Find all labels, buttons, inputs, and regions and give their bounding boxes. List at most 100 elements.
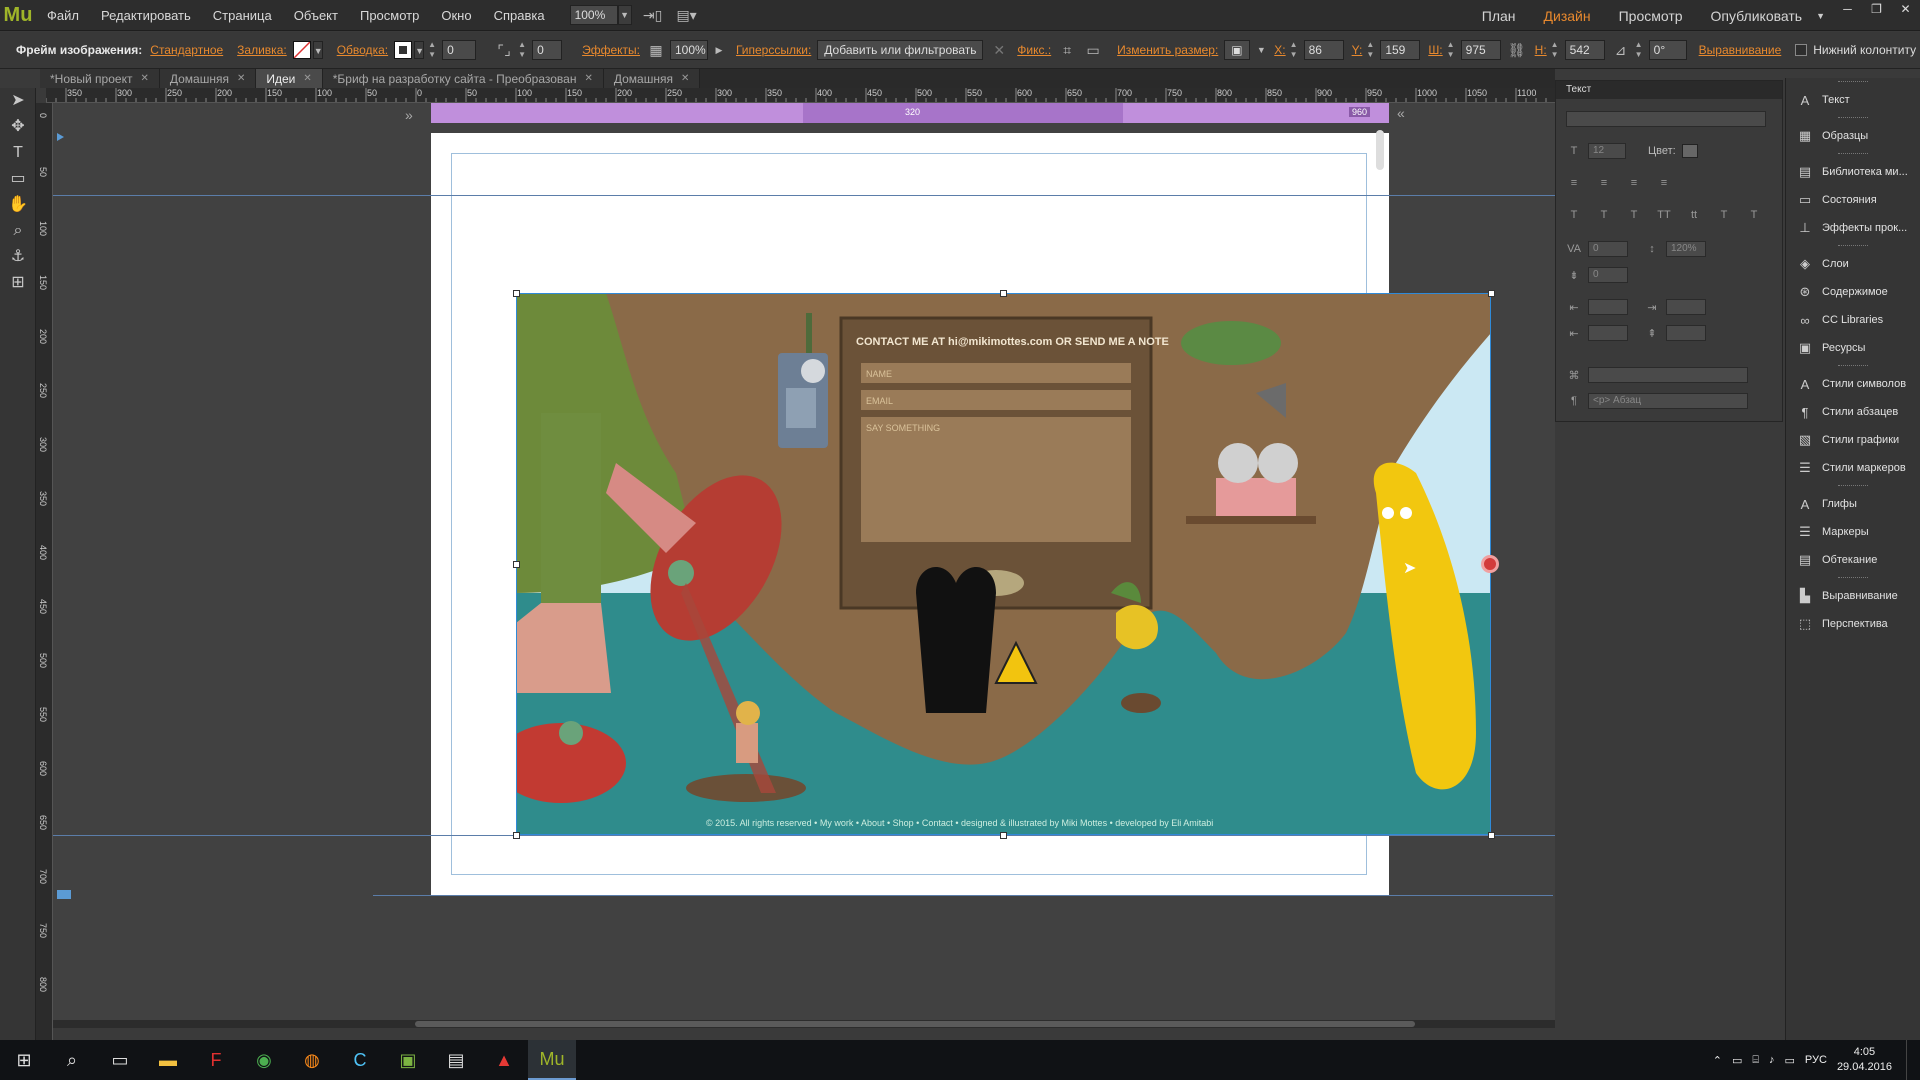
collapse-right-icon[interactable]: « <box>1397 105 1405 121</box>
zoom-field[interactable]: 100% <box>569 5 618 25</box>
smallcaps-icon[interactable]: tt <box>1686 209 1702 221</box>
w-link[interactable]: Ш: <box>1428 43 1442 57</box>
spacing-tool-icon[interactable]: ⊞ <box>0 270 36 296</box>
resize-handle[interactable] <box>1488 832 1495 839</box>
align-left-icon[interactable]: ≡ <box>1566 177 1582 189</box>
selection-tool-icon[interactable]: ➤ <box>0 88 36 114</box>
search-icon[interactable]: ⌕ <box>48 1040 96 1080</box>
footer-checkbox[interactable] <box>1795 44 1808 56</box>
link-proportions-icon[interactable]: ⛓ <box>1507 40 1527 60</box>
dock-glyphs[interactable]: A Глифы <box>1786 490 1920 518</box>
menu-page[interactable]: Страница <box>202 0 283 31</box>
page-height-marker-icon[interactable] <box>57 890 71 899</box>
effects-link[interactable]: Эффекты: <box>582 43 640 57</box>
horizontal-scrollbar[interactable] <box>53 1020 1555 1028</box>
tray-chevron-icon[interactable]: ⌃ <box>1713 1054 1722 1067</box>
opacity-arrow-icon[interactable]: ▶ <box>714 40 724 60</box>
w-field[interactable]: 975 <box>1460 40 1501 60</box>
anchor-tool-icon[interactable]: ⚓ <box>0 244 36 270</box>
close-icon[interactable]: ✕ <box>140 73 148 84</box>
align-link[interactable]: Выравнивание <box>1699 43 1782 57</box>
corner-radius-field[interactable]: 0 <box>532 40 563 60</box>
opacity-field[interactable]: 100% <box>669 40 708 60</box>
breakpoint-right-label[interactable]: 960 <box>1349 107 1371 117</box>
stroke-swatch[interactable] <box>394 41 413 59</box>
frame-style-link[interactable]: Стандартное <box>150 43 223 57</box>
text-style-dropdown[interactable] <box>1588 367 1748 383</box>
menu-edit[interactable]: Редактировать <box>90 0 202 31</box>
dock-layers[interactable]: ◈ Слои <box>1786 250 1920 278</box>
show-desktop-button[interactable] <box>1906 1040 1910 1080</box>
stroke-link[interactable]: Обводка: <box>337 43 388 57</box>
fill-link[interactable]: Заливка: <box>237 43 287 57</box>
scrollbar-thumb[interactable] <box>415 1021 1415 1027</box>
stroke-spinner-icon[interactable]: ▲ ▼ <box>428 40 438 60</box>
dock-align[interactable]: ▙ Выравнивание <box>1786 582 1920 610</box>
close-icon[interactable]: ✕ <box>303 73 311 84</box>
resize-handle[interactable] <box>1488 290 1495 297</box>
paragraph-tag-dropdown[interactable]: <p> Абзац <box>1588 393 1748 409</box>
allcaps-icon[interactable]: TT <box>1656 209 1672 221</box>
volume-icon[interactable]: ♪ <box>1769 1054 1775 1066</box>
firefox-icon[interactable]: ◍ <box>288 1040 336 1080</box>
file-explorer-icon[interactable]: ▬ <box>144 1040 192 1080</box>
pin-link[interactable]: Фикс.: <box>1017 43 1051 57</box>
resize-handle[interactable] <box>1000 290 1007 297</box>
dock-assets[interactable]: ▣ Ресурсы <box>1786 334 1920 362</box>
text-tool-icon[interactable]: T <box>0 140 36 166</box>
tab-home[interactable]: Домашняя ✕ <box>159 69 257 88</box>
resize-handle[interactable] <box>513 832 520 839</box>
dock-text[interactable]: A Текст <box>1786 86 1920 114</box>
language-indicator[interactable]: РУС <box>1805 1054 1827 1066</box>
rectangle-tool-icon[interactable]: ▭ <box>0 166 36 192</box>
zoom-dropdown-icon[interactable]: ▼ <box>617 5 632 25</box>
font-size-field[interactable]: 12 <box>1588 143 1626 159</box>
dock-bullet-styles[interactable]: ☰ Стили маркеров <box>1786 454 1920 482</box>
hyperlinks-dropdown[interactable]: Добавить или фильтровать <box>817 40 984 60</box>
dock-content[interactable]: ⊛ Содержимое <box>1786 278 1920 306</box>
dock-character-styles[interactable]: A Стили символов <box>1786 370 1920 398</box>
dock-wrap[interactable]: ▤ Обтекание <box>1786 546 1920 574</box>
stroke-width-field[interactable]: 0 <box>442 40 477 60</box>
justify-icon[interactable]: ≡ <box>1656 177 1672 189</box>
space-before-field[interactable]: 0 <box>1588 267 1628 283</box>
collapse-left-icon[interactable]: » <box>405 107 413 123</box>
zoom-tool-icon[interactable]: ⌕ <box>0 218 36 244</box>
text-color-swatch[interactable] <box>1681 144 1698 158</box>
task-view-icon[interactable]: ▭ <box>96 1040 144 1080</box>
resize-link[interactable]: Изменить размер: <box>1117 43 1218 57</box>
x-link[interactable]: X: <box>1274 43 1285 57</box>
x-spinner-icon[interactable]: ▲ ▼ <box>1290 40 1300 60</box>
indent-right-field[interactable] <box>1666 299 1706 315</box>
notifications-icon[interactable]: ▭ <box>1785 1054 1795 1067</box>
filezilla-icon[interactable]: F <box>192 1040 240 1080</box>
dock-scroll-effects[interactable]: ⊥ Эффекты прок... <box>1786 214 1920 242</box>
font-family-dropdown[interactable] <box>1566 111 1766 127</box>
workspace-preview[interactable]: Просмотр <box>1605 8 1697 24</box>
subscript-icon[interactable]: T <box>1746 209 1762 221</box>
network-icon[interactable]: ⌸ <box>1752 1054 1759 1067</box>
close-icon[interactable]: ✕ <box>584 73 592 84</box>
angle-spinner-icon[interactable]: ▲ ▼ <box>1635 40 1645 60</box>
guide-marker-icon[interactable] <box>57 133 64 141</box>
fill-swatch[interactable] <box>292 41 311 59</box>
resize-dropdown[interactable]: ▣ <box>1224 40 1251 60</box>
header-guide[interactable] <box>53 195 1555 196</box>
workspace-plan[interactable]: План <box>1468 8 1530 24</box>
align-right-icon[interactable]: ≡ <box>1626 177 1642 189</box>
stroke-dropdown-icon[interactable]: ▼ <box>414 41 425 59</box>
design-canvas[interactable]: » 320 960 « CONTACT ME AT hi@mikimottes.… <box>53 103 1555 1028</box>
workspace-design[interactable]: Дизайн <box>1530 8 1605 24</box>
x-field[interactable]: 86 <box>1303 40 1344 60</box>
h-link[interactable]: Н: <box>1535 43 1547 57</box>
app-icon[interactable]: ▤ <box>432 1040 480 1080</box>
y-field[interactable]: 159 <box>1380 40 1421 60</box>
dock-states[interactable]: ▭ Состояния <box>1786 186 1920 214</box>
handle-marker-icon[interactable] <box>1481 555 1499 573</box>
clock[interactable]: 4:05 29.04.2016 <box>1837 1045 1892 1075</box>
resize-dropdown-icon[interactable]: ▼ <box>1256 40 1266 60</box>
space-after-field[interactable] <box>1666 325 1706 341</box>
first-line-field[interactable] <box>1588 325 1628 341</box>
page-bottom-guide[interactable] <box>373 895 1553 896</box>
restore-icon[interactable]: ❐ <box>1862 0 1891 18</box>
